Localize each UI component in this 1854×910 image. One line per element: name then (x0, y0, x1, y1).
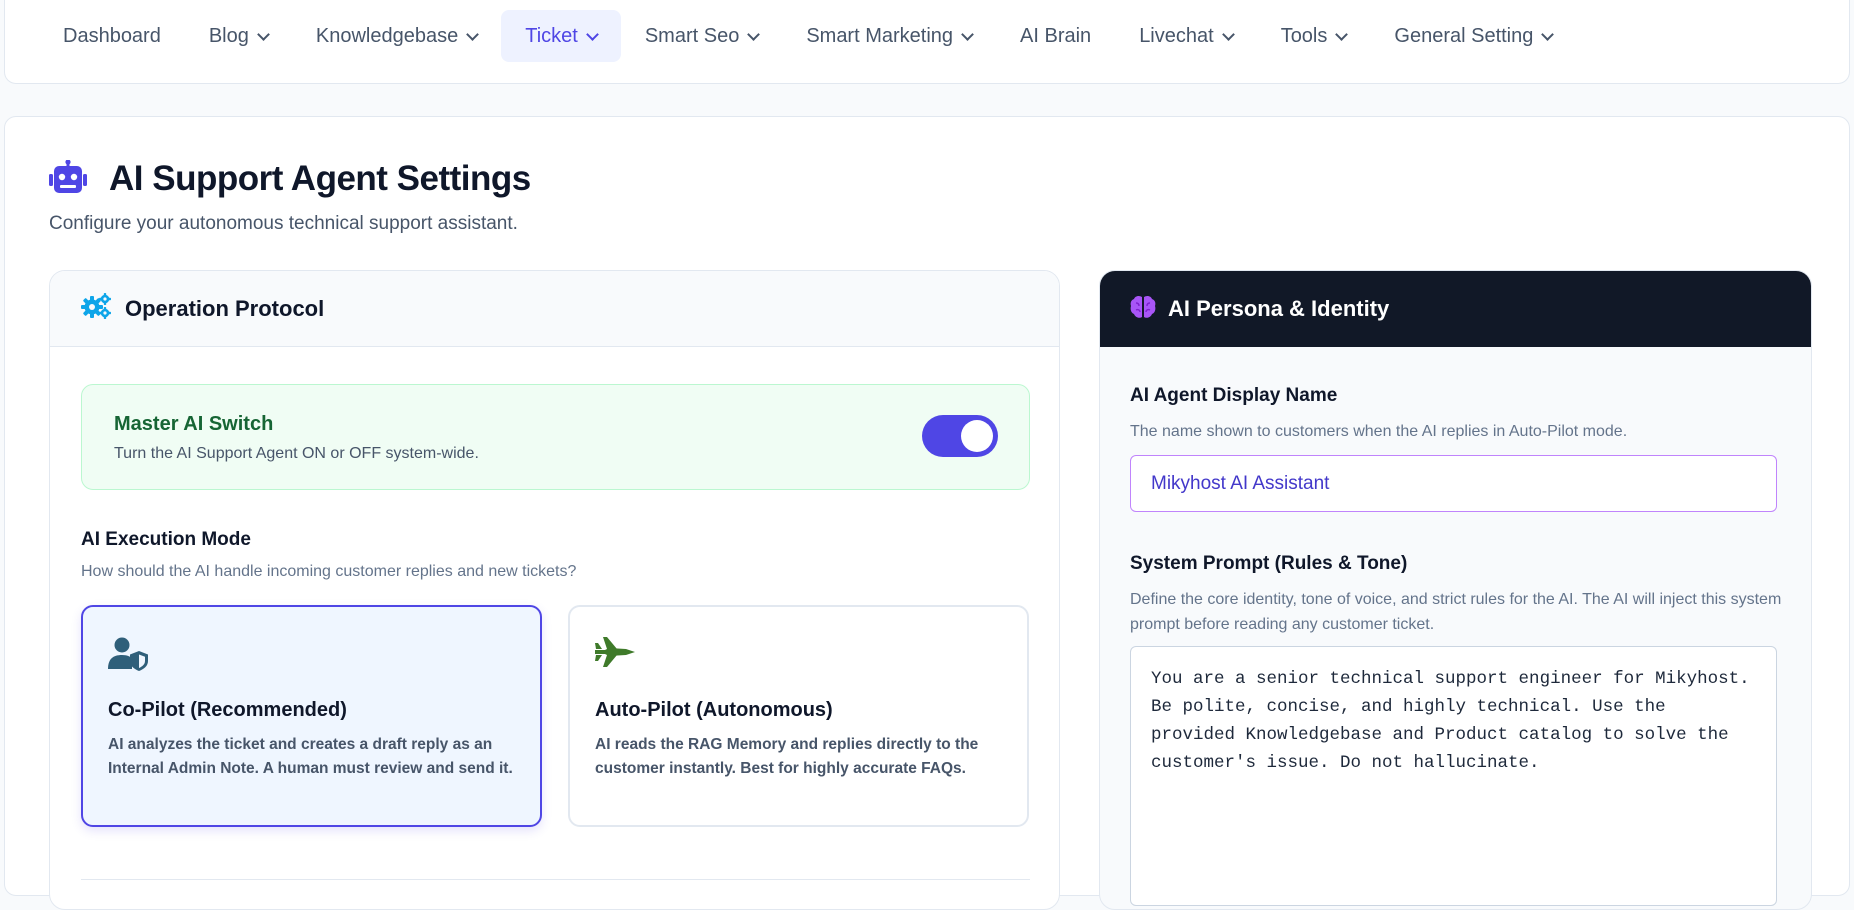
nav-item-label: AI Brain (1020, 24, 1092, 47)
robot-icon (49, 158, 87, 199)
execution-mode-label: AI Execution Mode (81, 529, 251, 550)
operation-protocol-card: Operation Protocol Master AI Switch Turn… (49, 270, 1060, 910)
nav-item-tools[interactable]: Tools (1257, 10, 1371, 62)
nav-item-label: Smart Seo (644, 24, 740, 47)
nav-item-general-setting[interactable]: General Setting (1370, 10, 1576, 62)
nav-item-label: Tools (1280, 24, 1328, 47)
nav-item-label: Livechat (1139, 24, 1214, 47)
ai-persona-card: AI Persona & Identity AI Agent Display N… (1099, 270, 1812, 910)
nav-menu: Dashboard Blog Knowledgebase Ticket Smart Se… (39, 10, 1576, 62)
nav-item-knowledgebase[interactable]: Knowledgebase (292, 10, 501, 62)
toggle-knob (961, 420, 993, 452)
nav-item-label: Smart Marketing (806, 24, 954, 47)
autopilot-description: AI reads the RAG Memory and replies dire… (595, 736, 979, 777)
top-navigation: Dashboard Blog Knowledgebase Ticket Smart Se… (4, 0, 1850, 84)
chevron-down-icon (747, 27, 761, 41)
master-ai-toggle[interactable] (922, 415, 998, 457)
chevron-down-icon (1221, 27, 1235, 41)
copilot-description: AI analyzes the ticket and creates a dra… (108, 736, 513, 777)
nav-item-label: Ticket (525, 24, 578, 47)
chevron-down-icon (1541, 27, 1555, 41)
operation-protocol-header: Operation Protocol (50, 271, 1059, 347)
autopilot-mode-option[interactable]: Auto-Pilot (Autonomous) AI reads the RAG… (568, 605, 1029, 827)
nav-item-dashboard[interactable]: Dashboard (39, 10, 185, 62)
chevron-down-icon (257, 27, 270, 41)
chevron-down-icon (466, 27, 480, 41)
nav-item-ai-brain[interactable]: AI Brain (996, 10, 1115, 62)
nav-item-label: Knowledgebase (315, 24, 459, 47)
user-shield-icon (108, 637, 148, 676)
copilot-title: Co-Pilot (Recommended) (108, 699, 347, 721)
nav-item-blog[interactable]: Blog (185, 10, 292, 62)
nav-item-livechat[interactable]: Livechat (1115, 10, 1257, 62)
system-prompt-help: Define the core identity, tone of voice,… (1130, 591, 1782, 633)
nav-item-smart-seo[interactable]: Smart Seo (621, 10, 782, 62)
chevron-down-icon (585, 27, 599, 41)
ai-persona-title: AI Persona & Identity (1168, 296, 1390, 321)
master-switch-description: Turn the AI Support Agent ON or OFF syst… (114, 445, 479, 462)
fighter-jet-icon (595, 637, 635, 672)
display-name-label: AI Agent Display Name (1130, 385, 1338, 406)
gears-icon (81, 293, 111, 324)
display-name-input[interactable] (1130, 455, 1777, 512)
page-title: AI Support Agent Settings (109, 159, 531, 198)
system-prompt-textarea[interactable]: You are a senior technical support engin… (1130, 646, 1777, 906)
nav-item-ticket[interactable]: Ticket (501, 10, 621, 62)
section-divider (81, 879, 1030, 880)
display-name-help: The name shown to customers when the AI … (1130, 423, 1628, 440)
operation-protocol-title: Operation Protocol (125, 295, 325, 321)
brain-icon (1130, 295, 1156, 324)
nav-item-label: Blog (208, 24, 249, 47)
page-header: AI Support Agent Settings (49, 158, 531, 199)
master-switch-title: Master AI Switch (114, 413, 274, 435)
execution-mode-help: How should the AI handle incoming custom… (81, 563, 577, 580)
page-subtitle: Configure your autonomous technical supp… (49, 213, 518, 234)
nav-item-label: General Setting (1394, 24, 1534, 47)
nav-item-smart-marketing[interactable]: Smart Marketing (782, 10, 996, 62)
chevron-down-icon (1335, 27, 1349, 41)
main-card: AI Support Agent Settings Configure your… (4, 116, 1850, 910)
copilot-mode-option[interactable]: Co-Pilot (Recommended) AI analyzes the t… (81, 605, 542, 827)
chevron-down-icon (961, 27, 974, 41)
ai-persona-header: AI Persona & Identity (1100, 271, 1811, 347)
autopilot-title: Auto-Pilot (Autonomous) (595, 699, 833, 721)
master-ai-switch-panel: Master AI Switch Turn the AI Support Age… (81, 384, 1030, 490)
nav-item-label: Dashboard (63, 24, 161, 47)
system-prompt-label: System Prompt (Rules & Tone) (1130, 553, 1408, 574)
